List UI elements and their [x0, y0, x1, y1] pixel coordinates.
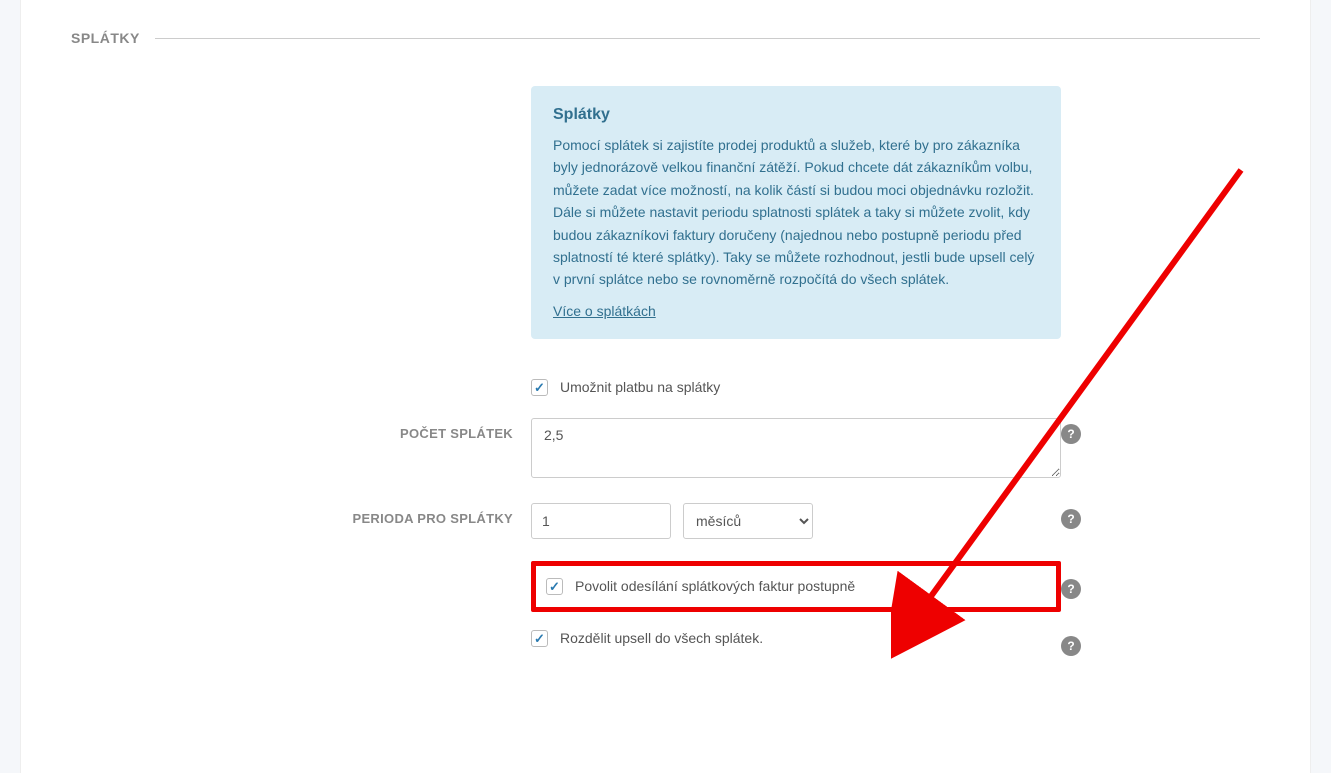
info-box: Splátky Pomocí splátek si zajistíte prod…	[531, 86, 1061, 339]
installment-period-label: PERIODA PRO SPLÁTKY	[71, 503, 531, 526]
row-split-upsell: Rozdělit upsell do všech splátek. ?	[71, 630, 1260, 656]
gradual-invoices-checkbox[interactable]	[546, 578, 563, 595]
row-gradual-invoices: Povolit odesílání splátkových faktur pos…	[71, 561, 1260, 612]
section-title: SPLÁTKY	[71, 30, 140, 46]
row-installment-period: PERIODA PRO SPLÁTKY měsíců ?	[71, 503, 1260, 539]
split-upsell-label: Rozdělit upsell do všech splátek.	[560, 630, 763, 646]
section-divider	[155, 38, 1260, 39]
installment-count-input[interactable]	[531, 418, 1061, 478]
enable-installments-label: Umožnit platbu na splátky	[560, 379, 720, 395]
info-box-text: Pomocí splátek si zajistíte prodej produ…	[553, 134, 1039, 291]
row-enable-installments: Umožnit platbu na splátky	[71, 379, 1260, 396]
installment-count-label: POČET SPLÁTEK	[71, 418, 531, 441]
info-box-link[interactable]: Více o splátkách	[553, 303, 656, 319]
info-box-title: Splátky	[553, 106, 1039, 124]
help-icon[interactable]: ?	[1061, 424, 1081, 444]
settings-panel: SPLÁTKY Splátky Pomocí splátek si zajist…	[20, 0, 1311, 773]
help-icon[interactable]: ?	[1061, 636, 1081, 656]
help-icon[interactable]: ?	[1061, 509, 1081, 529]
enable-installments-checkbox[interactable]	[531, 379, 548, 396]
section-header: SPLÁTKY	[71, 0, 1260, 46]
annotation-highlight-box: Povolit odesílání splátkových faktur pos…	[531, 561, 1061, 612]
row-installment-count: POČET SPLÁTEK ?	[71, 418, 1260, 481]
help-icon[interactable]: ?	[1061, 579, 1081, 599]
split-upsell-checkbox[interactable]	[531, 630, 548, 647]
gradual-invoices-label: Povolit odesílání splátkových faktur pos…	[575, 578, 855, 594]
period-unit-select[interactable]: měsíců	[683, 503, 813, 539]
period-number-input[interactable]	[531, 503, 671, 539]
